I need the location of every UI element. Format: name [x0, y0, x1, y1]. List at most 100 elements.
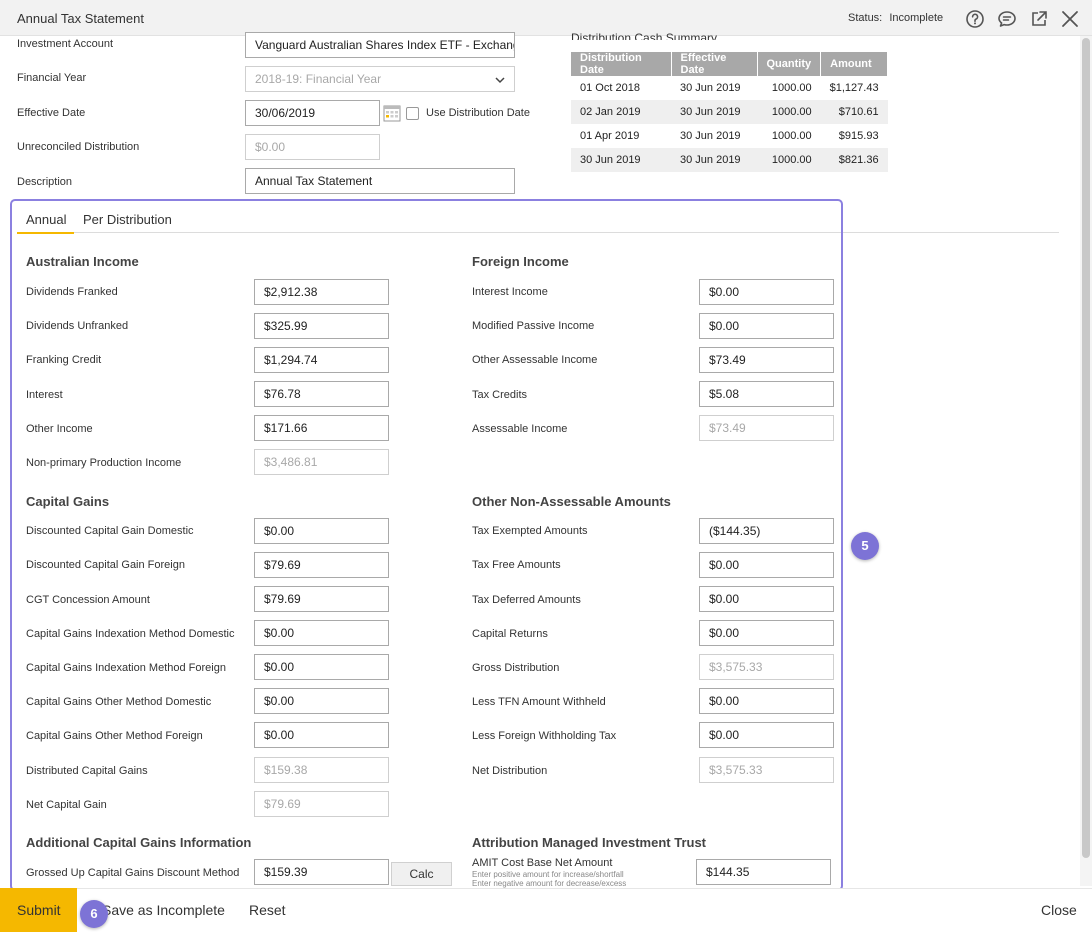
- net-distribution-field: $3,575.33: [699, 757, 834, 783]
- other-income-label: Other Income: [26, 423, 93, 435]
- other-assessable-income-field[interactable]: $73.49: [699, 347, 834, 373]
- less-tfn-field[interactable]: $0.00: [699, 688, 834, 714]
- interest-field[interactable]: $76.78: [254, 381, 389, 407]
- calendar-icon[interactable]: [383, 104, 401, 122]
- table-row: 30 Jun 2019 30 Jun 2019 1000.00 $821.36: [571, 148, 888, 172]
- net-capital-gain-label: Net Capital Gain: [26, 799, 107, 811]
- use-distribution-date-checkbox[interactable]: [406, 107, 419, 120]
- tax-free-label: Tax Free Amounts: [472, 559, 561, 571]
- less-foreign-withholding-field[interactable]: $0.00: [699, 722, 834, 748]
- unreconciled-distribution-field: $0.00: [245, 134, 380, 160]
- scrollbar-thumb[interactable]: [1082, 38, 1090, 858]
- amit-cost-base-field[interactable]: $144.35: [696, 859, 831, 885]
- title-bar: Annual Tax Statement Status: Incomplete: [0, 0, 1092, 36]
- non-primary-production-income-label: Non-primary Production Income: [26, 457, 182, 469]
- tax-deferred-label: Tax Deferred Amounts: [472, 594, 581, 606]
- net-distribution-label: Net Distribution: [472, 765, 548, 777]
- column-header: Effective Date: [671, 52, 758, 76]
- dividends-unfranked-label: Dividends Unfranked: [26, 320, 129, 332]
- assessable-income-field: $73.49: [699, 415, 834, 441]
- table-cell: 01 Apr 2019: [580, 130, 640, 142]
- modified-passive-income-label: Modified Passive Income: [472, 320, 595, 332]
- franking-credit-field[interactable]: $1,294.74: [254, 347, 389, 373]
- table-cell: 02 Jan 2019: [571, 100, 671, 124]
- use-distribution-date-label: Use Distribution Date: [426, 107, 530, 119]
- capital-returns-label: Capital Returns: [472, 628, 548, 640]
- financial-year-value: 2018-19: Financial Year: [255, 72, 382, 86]
- gross-distribution-label: Gross Distribution: [472, 662, 560, 674]
- non-primary-production-income-field: $3,486.81: [254, 449, 389, 475]
- unreconciled-distribution-label: Unreconciled Distribution: [17, 141, 140, 153]
- column-header: Amount: [820, 52, 889, 76]
- table-cell: $821.36: [820, 148, 888, 172]
- step-badge: 6: [80, 900, 108, 928]
- dividends-unfranked-field[interactable]: $325.99: [254, 313, 389, 339]
- reset-button[interactable]: Reset: [249, 888, 286, 932]
- discounted-cg-domestic-field[interactable]: $0.00: [254, 518, 389, 544]
- save-incomplete-button[interactable]: Save as Incomplete: [102, 888, 225, 932]
- external-link-icon[interactable]: [1029, 9, 1049, 29]
- table-cell: 30 Jun 2019: [680, 82, 741, 94]
- effective-date-field[interactable]: 30/06/2019: [245, 100, 380, 126]
- interest-label: Interest: [26, 389, 63, 401]
- table-row: 01 Apr 2019 30 Jun 2019 1000.00 $915.93: [571, 124, 888, 148]
- close-button[interactable]: Close: [1041, 888, 1077, 932]
- table-header-row: Distribution Date Effective Date Quantit…: [571, 52, 889, 76]
- grossed-up-cg-field[interactable]: $159.39: [254, 859, 389, 885]
- cgt-concession-field[interactable]: $79.69: [254, 586, 389, 612]
- modified-passive-income-field[interactable]: $0.00: [699, 313, 834, 339]
- cg-indexation-foreign-field[interactable]: $0.00: [254, 654, 389, 680]
- tax-free-field[interactable]: $0.00: [699, 552, 834, 578]
- table-row: 01 Oct 2018 30 Jun 2019 1000.00 $1,127.4…: [571, 76, 888, 100]
- foreign-income-heading: Foreign Income: [472, 254, 569, 269]
- column-header: Distribution Date: [571, 52, 672, 76]
- chevron-down-icon: [495, 77, 505, 84]
- discounted-cg-foreign-field[interactable]: $79.69: [254, 552, 389, 578]
- chat-icon[interactable]: [997, 9, 1017, 29]
- effective-date-label: Effective Date: [17, 107, 86, 119]
- cg-other-domestic-field[interactable]: $0.00: [254, 688, 389, 714]
- less-tfn-label: Less TFN Amount Withheld: [472, 696, 606, 708]
- franking-credit-label: Franking Credit: [26, 354, 102, 366]
- other-income-field[interactable]: $171.66: [254, 415, 389, 441]
- cg-indexation-foreign-label: Capital Gains Indexation Method Foreign: [26, 662, 226, 674]
- tax-credits-field[interactable]: $5.08: [699, 381, 834, 407]
- table-cell: $915.93: [838, 130, 879, 142]
- gross-distribution-field: $3,575.33: [699, 654, 834, 680]
- grossed-up-cg-label: Grossed Up Capital Gains Discount Method: [26, 867, 240, 879]
- tab-annual[interactable]: Annual: [17, 212, 74, 234]
- help-icon[interactable]: [965, 9, 985, 29]
- distributed-capital-gains-label: Distributed Capital Gains: [26, 765, 148, 777]
- capital-returns-field[interactable]: $0.00: [699, 620, 834, 646]
- calc-button[interactable]: Calc: [391, 862, 452, 886]
- table-cell: $710.61: [820, 100, 888, 124]
- investment-account-field[interactable]: Vanguard Australian Shares Index ETF - E…: [245, 32, 515, 58]
- submit-button[interactable]: Submit: [0, 888, 77, 932]
- tax-deferred-field[interactable]: $0.00: [699, 586, 834, 612]
- capital-gains-heading: Capital Gains: [26, 494, 110, 509]
- investment-account-label: Investment Account: [17, 38, 113, 50]
- table-cell: 30 Jun 2019: [671, 148, 757, 172]
- amit-hint-negative: Enter negative amount for decrease/exces…: [472, 879, 627, 888]
- tax-exempted-field[interactable]: ($144.35): [699, 518, 834, 544]
- dividends-franked-label: Dividends Franked: [26, 286, 118, 298]
- assessable-income-label: Assessable Income: [472, 423, 568, 435]
- cg-indexation-domestic-field[interactable]: $0.00: [254, 620, 389, 646]
- non-assessable-heading: Other Non-Assessable Amounts: [472, 494, 671, 509]
- distributed-capital-gains-field: $159.38: [254, 757, 389, 783]
- net-capital-gain-field: $79.69: [254, 791, 389, 817]
- cg-other-foreign-field[interactable]: $0.00: [254, 722, 389, 748]
- amit-hint-positive: Enter positive amount for increase/short…: [472, 870, 624, 879]
- financial-year-select[interactable]: 2018-19: Financial Year: [245, 66, 515, 92]
- description-field[interactable]: Annual Tax Statement: [245, 168, 515, 194]
- table-cell: 1000.00: [771, 82, 812, 94]
- description-label: Description: [17, 176, 73, 188]
- tab-per-distribution[interactable]: Per Distribution: [83, 212, 172, 234]
- other-assessable-income-label: Other Assessable Income: [472, 354, 598, 366]
- interest-income-field[interactable]: $0.00: [699, 279, 834, 305]
- cgt-concession-label: CGT Concession Amount: [26, 594, 150, 606]
- amit-heading: Attribution Managed Investment Trust: [472, 835, 707, 850]
- less-foreign-withholding-label: Less Foreign Withholding Tax: [472, 730, 617, 742]
- dividends-franked-field[interactable]: $2,912.38: [254, 279, 389, 305]
- close-icon[interactable]: [1060, 9, 1080, 29]
